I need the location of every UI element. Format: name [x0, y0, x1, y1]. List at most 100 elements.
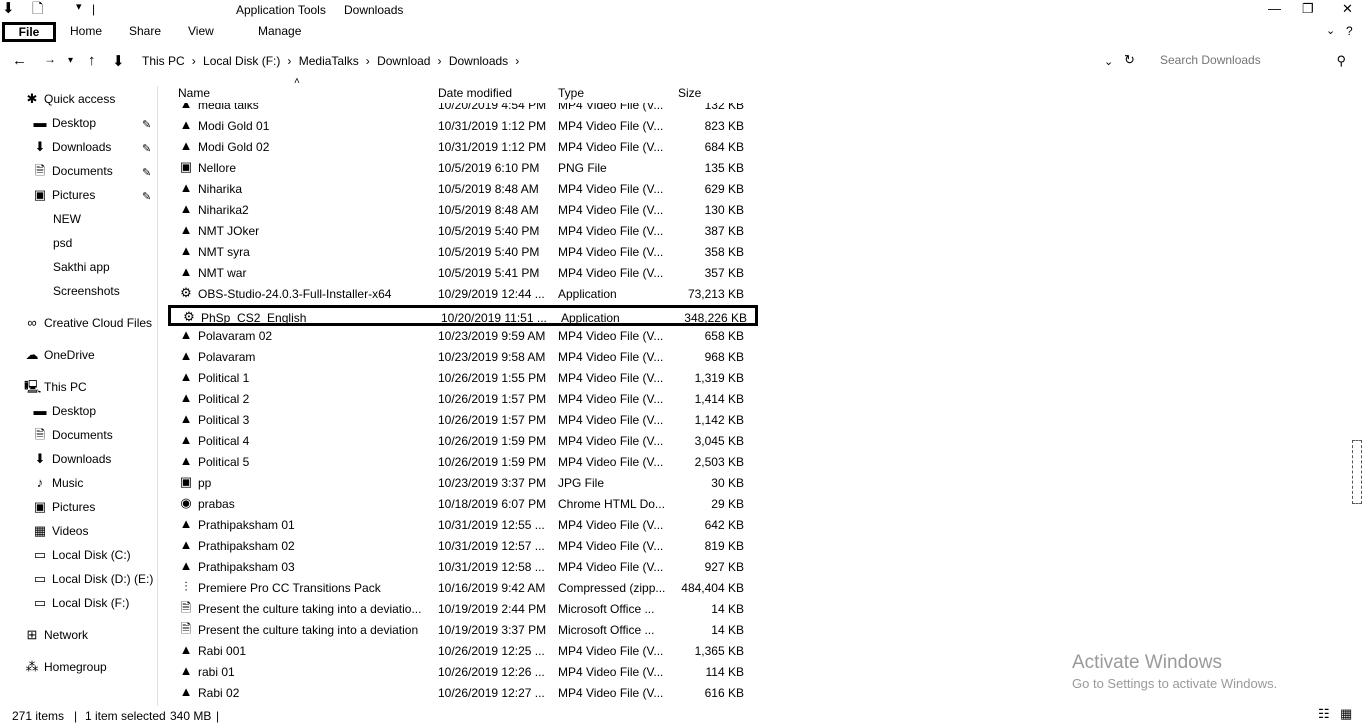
nav-item-pc-pictures[interactable]: ▣ Pictures	[32, 499, 96, 518]
tab-manage[interactable]: Manage	[258, 24, 301, 38]
scrollbar-grip[interactable]	[1352, 440, 1362, 504]
breadcrumb-mediatalks[interactable]: MediaTalks	[299, 54, 359, 68]
column-type[interactable]: Type	[558, 86, 584, 100]
column-name[interactable]: Name	[178, 86, 210, 100]
details-view-icon[interactable]: ☷	[1318, 707, 1330, 720]
nav-item-documents[interactable]: 🗎 Documents	[32, 164, 113, 182]
nav-item-local-disk-f[interactable]: ▭ Local Disk (F:)	[32, 596, 130, 614]
up-icon[interactable]: ↑	[88, 52, 96, 69]
pin-icon[interactable]: ✎	[142, 166, 151, 179]
nav-item-downloads[interactable]: ⬇ Downloads	[32, 140, 112, 158]
table-row[interactable]: ▲ Political 3 10/26/2019 1:57 PM MP4 Video …	[168, 410, 758, 431]
recent-locations-icon[interactable]: ▾	[68, 55, 73, 66]
file-type: MP4 Video File (V...	[558, 644, 664, 658]
search-icon[interactable]: ⚲	[1336, 53, 1346, 69]
breadcrumb-local-disk-f[interactable]: Local Disk (F:)	[203, 54, 280, 68]
address-dropdown-icon[interactable]: ⌄	[1104, 55, 1113, 68]
file-name: Modi Gold 01	[198, 119, 270, 133]
breadcrumb-downloads[interactable]: Downloads	[449, 54, 508, 68]
table-row[interactable]: ▲ Political 5 10/26/2019 1:59 PM MP4 Video …	[168, 452, 758, 473]
large-icons-view-icon[interactable]: ▦	[1340, 707, 1352, 720]
tab-view[interactable]: View	[188, 24, 214, 38]
table-row[interactable]: ▲ rabi 01 10/26/2019 12:26 ... MP4 Video Fi…	[168, 662, 758, 683]
table-row[interactable]: ◉ prabas 10/18/2019 6:07 PM Chrome HTML Do.…	[168, 494, 758, 515]
table-row[interactable]: ▲ media talks 10/20/2019 4:54 PM MP4 Video …	[168, 103, 758, 116]
nav-item-new[interactable]: NEW	[53, 212, 81, 230]
nav-item-videos[interactable]: ▦ Videos	[32, 524, 89, 542]
breadcrumb-this-pc[interactable]: This PC	[142, 54, 185, 68]
nav-item-desktop[interactable]: ▬ Desktop	[32, 116, 97, 134]
table-row[interactable]: ▲ Niharika2 10/5/2019 8:48 AM MP4 Video Fil…	[168, 200, 758, 221]
table-row[interactable]: ▲ Polavaram 10/23/2019 9:58 AM MP4 Video Fi…	[168, 347, 758, 368]
nav-item-pc-downloads[interactable]: ⬇ Downloads	[32, 452, 112, 470]
table-row[interactable]: ▲ NMT JOker 10/5/2019 5:40 PM MP4 Video Fil…	[168, 221, 758, 242]
customize-toolbar-icon[interactable]: ▾	[76, 2, 82, 13]
nav-item-this-pc[interactable]: 🖳 This PC	[24, 380, 87, 398]
table-row[interactable]: ▲ Polavaram 02 10/23/2019 9:59 AM MP4 Video…	[168, 326, 758, 347]
pin-icon[interactable]: ✎	[142, 142, 151, 155]
nav-item-homegroup[interactable]: ⁂ Homegroup	[24, 660, 107, 678]
minimize-icon[interactable]: —	[1268, 1, 1281, 16]
file-size: 358 KB	[704, 245, 744, 259]
nav-item-sakthi-app[interactable]: Sakthi app	[53, 260, 110, 278]
tab-home[interactable]: Home	[70, 24, 102, 38]
table-row-selected[interactable]: ⚙ PhSp_CS2_English 10/20/2019 11:51 ... App…	[168, 305, 758, 326]
table-row[interactable]: ▲ Rabi 001 10/26/2019 12:25 ... MP4 Video F…	[168, 641, 758, 662]
nav-item-onedrive[interactable]: ☁ OneDrive	[24, 348, 95, 366]
table-row[interactable]: ▲ Prathipaksham 02 10/31/2019 12:57 ... MP4…	[168, 536, 758, 557]
pictures-icon: ▣	[33, 499, 47, 514]
table-row[interactable]: ▲ Modi Gold 01 10/31/2019 1:12 PM MP4 Video…	[168, 116, 758, 137]
table-row[interactable]: ▲ NMT war 10/5/2019 5:41 PM MP4 Video File …	[168, 263, 758, 284]
table-row[interactable]: ▲ Political 1 10/26/2019 1:55 PM MP4 Video …	[168, 368, 758, 389]
nav-item-local-disk-d-e[interactable]: ▭ Local Disk (D:) (E:)	[32, 572, 154, 590]
vlc-icon: ▲	[179, 432, 193, 447]
nav-item-pc-desktop[interactable]: ▬ Desktop	[32, 404, 97, 422]
nav-item-quick-access[interactable]: ✱ Quick access	[24, 91, 116, 110]
table-row[interactable]: 🗎 Present the culture taking into a devia…	[168, 599, 758, 620]
nav-item-network[interactable]: ⊞ Network	[24, 628, 88, 646]
table-row[interactable]: ⫶ Premiere Pro CC Transitions Pack 10/16/2…	[168, 578, 758, 599]
pin-icon[interactable]: ✎	[142, 190, 151, 203]
file-date: 10/31/2019 12:55 ...	[438, 518, 545, 532]
nav-item-pc-documents[interactable]: 🗎 Documents	[32, 428, 113, 446]
table-row[interactable]: ▲ Modi Gold 02 10/31/2019 1:12 PM MP4 Video…	[168, 137, 758, 158]
tab-share[interactable]: Share	[129, 24, 161, 38]
table-row[interactable]: ▲ Political 2 10/26/2019 1:57 PM MP4 Video …	[168, 389, 758, 410]
star-icon: ✱	[26, 91, 38, 106]
file-name: Prathipaksham 03	[198, 560, 295, 574]
close-icon[interactable]: ✕	[1342, 1, 1353, 17]
help-icon[interactable]: ?	[1346, 24, 1353, 38]
forward-icon[interactable]: →	[44, 52, 56, 66]
back-icon[interactable]: ←	[12, 52, 27, 69]
search-input[interactable]	[1152, 50, 1322, 70]
file-date: 10/26/2019 1:55 PM	[438, 371, 547, 385]
table-row[interactable]: ▲ NMT syra 10/5/2019 5:40 PM MP4 Video File…	[168, 242, 758, 263]
nav-item-pictures[interactable]: ▣ Pictures	[32, 188, 96, 206]
restore-icon[interactable]: ❐	[1302, 1, 1314, 17]
nav-item-psd[interactable]: psd	[53, 236, 72, 254]
table-row[interactable]: ⚙ OBS-Studio-24.0.3-Full-Installer-x64 10/…	[168, 284, 758, 305]
table-row[interactable]: ▣ pp 10/23/2019 3:37 PM JPG File 30 KB	[168, 473, 758, 494]
pin-icon[interactable]: ✎	[142, 118, 151, 131]
download-arrow-icon[interactable]: ⬇	[2, 1, 15, 16]
nav-item-local-disk-c[interactable]: ▭ Local Disk (C:)	[32, 548, 131, 566]
nav-item-music[interactable]: ♪ Music	[32, 476, 84, 494]
new-document-icon[interactable]: 🗋	[32, 1, 43, 15]
table-row[interactable]: ▲ Prathipaksham 03 10/31/2019 12:58 ... MP4…	[168, 557, 758, 578]
column-size[interactable]: Size	[678, 86, 701, 100]
tab-file[interactable]: File	[2, 22, 56, 42]
refresh-icon[interactable]: ↻	[1124, 52, 1135, 68]
table-row[interactable]: ▲ Rabi 02 10/26/2019 12:27 ... MP4 Video Fi…	[168, 683, 758, 703]
table-row[interactable]: ▲ Prathipaksham 01 10/31/2019 12:55 ... MP4…	[168, 515, 758, 536]
table-row[interactable]: ▣ Nellore 10/5/2019 6:10 PM PNG File 135 KB	[168, 158, 758, 179]
table-row[interactable]: 🗎 Present the culture taking into a devia…	[168, 620, 758, 641]
vlc-icon: ▲	[179, 243, 193, 258]
column-date-modified[interactable]: Date modified	[438, 86, 512, 100]
status-divider: |	[74, 709, 78, 723]
breadcrumb-download[interactable]: Download	[377, 54, 430, 68]
nav-item-screenshots[interactable]: Screenshots	[53, 284, 120, 302]
table-row[interactable]: ▲ Political 4 10/26/2019 1:59 PM MP4 Video …	[168, 431, 758, 452]
nav-item-creative-cloud-files[interactable]: ∞ Creative Cloud Files	[24, 316, 152, 334]
table-row[interactable]: ▲ Niharika 10/5/2019 8:48 AM MP4 Video File…	[168, 179, 758, 200]
expand-ribbon-icon[interactable]: ⌄	[1326, 24, 1335, 37]
